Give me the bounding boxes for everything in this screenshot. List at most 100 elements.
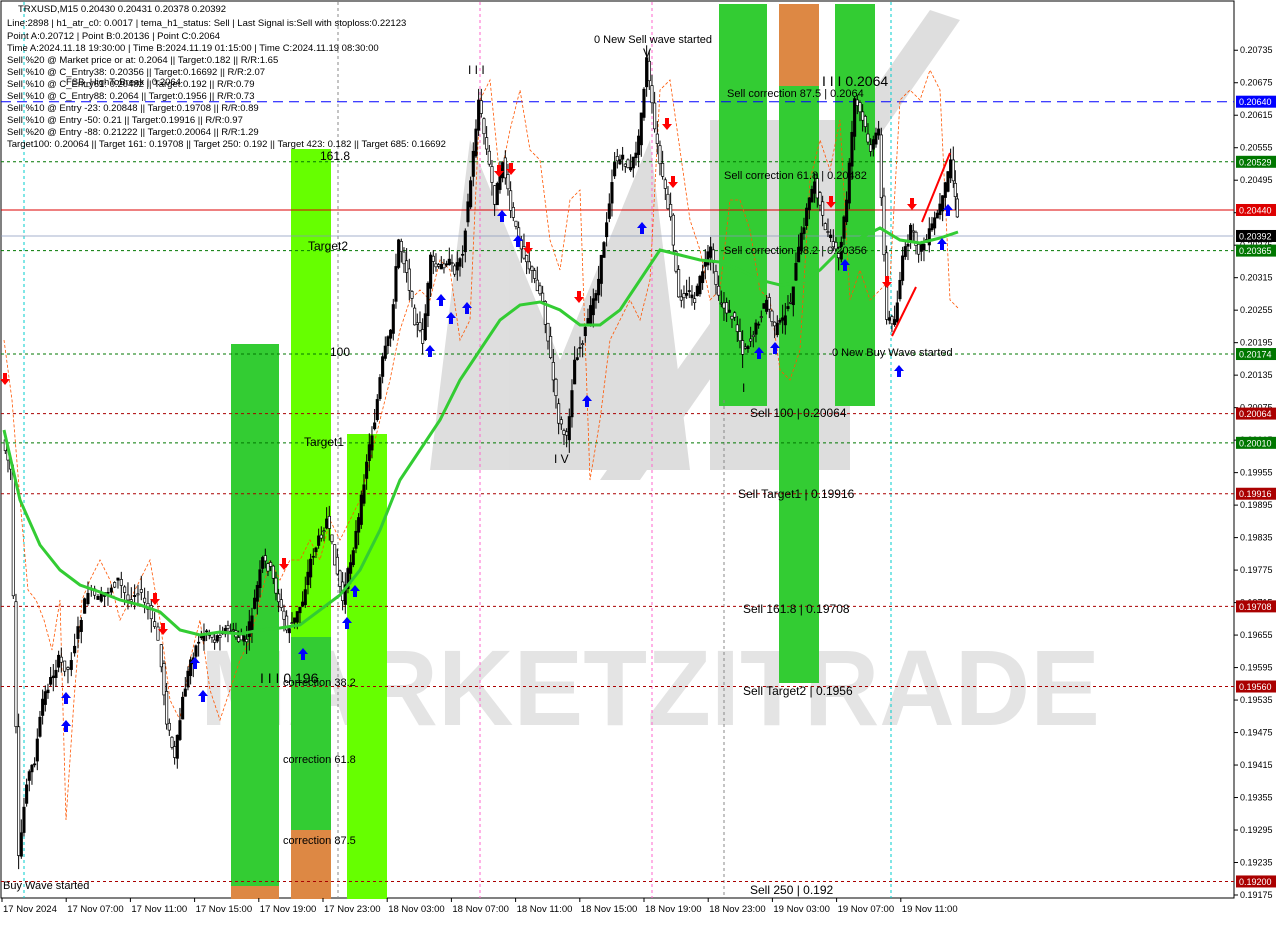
candle-body — [722, 302, 726, 309]
candle-body — [607, 203, 611, 219]
y-tick-label: 0.19835 — [1240, 533, 1273, 543]
candle-body — [178, 720, 182, 740]
symbol-line: TRXUSD,M15 0.20430 0.20431 0.20378 0.203… — [18, 4, 226, 15]
candle-body — [391, 304, 395, 334]
candle-body — [709, 246, 713, 258]
candle-body — [941, 195, 945, 212]
candle-body — [402, 251, 406, 265]
candle-body — [743, 346, 747, 349]
candle-body — [509, 190, 513, 211]
candle-body — [35, 738, 39, 762]
price-chart[interactable]: MARKETZITRADE 0 New Sell wave started I … — [0, 0, 1280, 920]
zone-green-6 — [835, 4, 875, 406]
y-tick-label: 0.20255 — [1240, 305, 1273, 315]
candle-body — [530, 266, 534, 271]
candle-body — [786, 306, 790, 309]
annotation-sell-target1: Sell Target1 | 0.19916 — [738, 487, 855, 501]
time-axis[interactable]: 17 Nov 2024 17 Nov 07:00 17 Nov 11:00 17 No… — [0, 898, 1235, 920]
candle-body — [322, 530, 326, 533]
candle-body — [653, 102, 657, 130]
candle-body — [359, 494, 363, 525]
y-tick-label: 0.20675 — [1240, 78, 1273, 88]
candle-body — [778, 319, 782, 323]
candle-body — [738, 331, 742, 342]
price-axis[interactable]: 0.20735 0.20675 0.20615 0.20555 0.20495 0.204… — [1234, 0, 1280, 920]
candle-body — [287, 628, 291, 634]
candle-body — [850, 131, 854, 167]
candle-body — [83, 598, 87, 614]
candle-body — [38, 716, 42, 737]
candle-body — [159, 644, 163, 668]
candle-body — [685, 292, 689, 296]
candle-body — [485, 137, 489, 150]
candle-body — [394, 266, 398, 302]
candle-body — [450, 262, 454, 264]
candle-body — [261, 557, 265, 569]
zone-lime-1 — [347, 434, 387, 899]
candle-body — [311, 555, 315, 558]
candle-body — [506, 174, 510, 190]
candle-body — [533, 270, 537, 279]
candle-body — [887, 317, 891, 321]
candle-body — [434, 263, 438, 268]
annotation-wave-iv: I V — [554, 452, 569, 466]
candle-body — [126, 594, 130, 601]
y-tick-label: 0.19415 — [1240, 760, 1273, 770]
candle-body — [330, 534, 334, 543]
candle-body — [490, 166, 494, 183]
candle-body — [25, 784, 29, 804]
candle-body — [866, 133, 870, 143]
x-tick-label: 17 Nov 11:00 — [131, 904, 187, 915]
price-tag-label: 0.19708 — [1239, 602, 1272, 612]
chart-window[interactable]: MARKETZITRADE 0 New Sell wave started I … — [0, 0, 1280, 920]
candle-body — [365, 461, 369, 479]
candle-body — [290, 622, 294, 625]
candle-body — [181, 696, 185, 720]
candle-body — [143, 597, 147, 603]
candle-body — [43, 691, 47, 705]
candle-body — [367, 444, 371, 461]
candle-body — [373, 422, 377, 430]
candle-body — [751, 334, 755, 337]
candle-body — [842, 216, 846, 239]
candle-body — [317, 535, 321, 546]
candle-body — [63, 660, 67, 672]
candle-body — [575, 357, 579, 360]
candle-body — [279, 599, 283, 608]
annotation-correction-382: correction 38.2 — [283, 677, 356, 689]
candle-body — [410, 291, 414, 299]
x-tick-label: 19 Nov 11:00 — [902, 904, 958, 915]
candle-body — [333, 544, 337, 566]
axis-background — [1235, 0, 1280, 920]
candle-body — [197, 641, 201, 644]
candle-body — [789, 302, 793, 304]
candle-body — [194, 645, 198, 657]
candle-body — [687, 290, 691, 292]
price-tag-label: 0.20010 — [1239, 438, 1272, 448]
annotation-wave-i: I — [742, 381, 745, 395]
candle-body — [559, 419, 563, 425]
candle-body — [66, 667, 70, 670]
candle-body — [917, 244, 921, 255]
candle-body — [354, 530, 358, 549]
info-line: Sell %10 @ C_Entry88: 0.2064 || Target:0… — [7, 91, 254, 102]
candle-body — [186, 670, 190, 688]
candle-body — [549, 336, 553, 358]
candle-body — [599, 254, 603, 284]
candle-body — [399, 241, 403, 252]
candle-body — [162, 663, 166, 696]
candle-body — [930, 223, 934, 231]
candle-body — [269, 562, 273, 567]
candle-body — [741, 340, 745, 355]
zone-orange-1 — [231, 886, 279, 899]
candle-body — [650, 85, 654, 104]
candle-body — [73, 645, 77, 654]
candle-body — [725, 302, 729, 314]
candle-body — [519, 239, 523, 250]
candle-body — [570, 390, 574, 418]
candle-body — [818, 192, 822, 206]
candle-body — [953, 182, 957, 198]
candle-body — [679, 296, 683, 301]
candle-body — [863, 116, 867, 127]
candle-body — [615, 156, 619, 162]
